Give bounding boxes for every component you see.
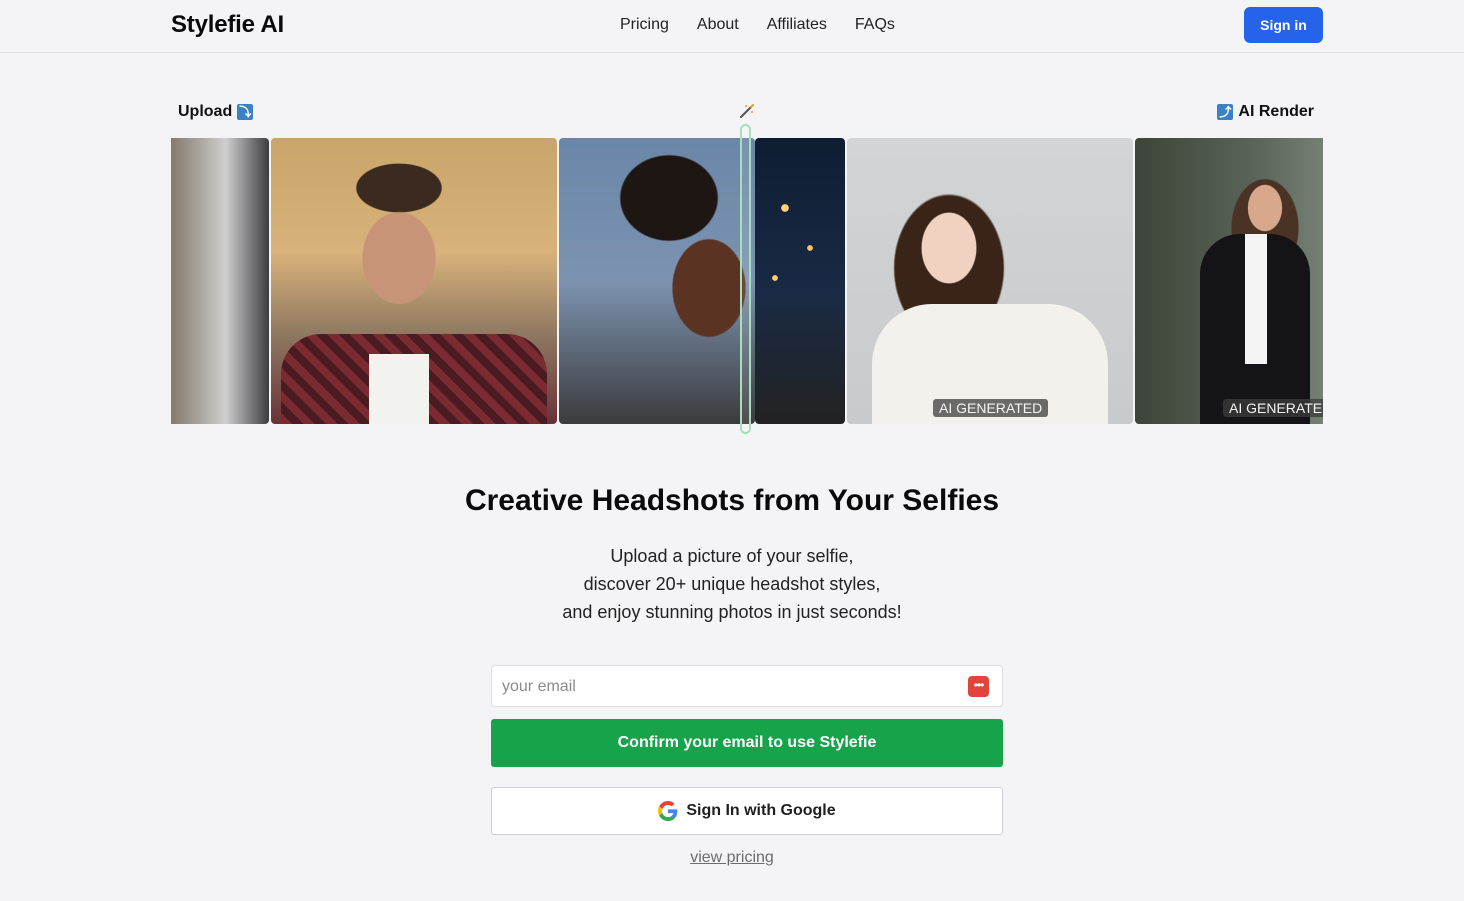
ai-render-label-text: AI Render [1238, 103, 1314, 120]
nav-affiliates-link[interactable]: Affiliates [767, 16, 827, 34]
photo-detail-shirt-white [1245, 234, 1267, 364]
nav-pricing-link[interactable]: Pricing [620, 16, 669, 34]
upload-label-text: Upload [178, 103, 233, 120]
google-sign-in-button[interactable]: Sign In with Google [491, 787, 1003, 835]
hero-subtitle-line: and enjoy stunning photos in just second… [562, 602, 902, 622]
ai-render-label: ⤴ AI Render [1217, 103, 1314, 121]
selfie-photo-city-night [755, 138, 845, 424]
google-logo-icon [658, 801, 678, 821]
hero-subtitle-line: Upload a picture of your selfie, [610, 546, 854, 566]
view-pricing-link[interactable]: view pricing [0, 849, 1464, 867]
email-input[interactable] [500, 666, 954, 708]
nav-about-link[interactable]: About [697, 16, 739, 34]
ai-generated-badge: AI GENERATED [1223, 399, 1323, 417]
photo-detail-tshirt [369, 354, 429, 424]
email-field-wrapper: ••• [491, 665, 1003, 708]
password-manager-icon[interactable]: ••• [968, 676, 989, 697]
main-nav: Pricing About Affiliates FAQs [620, 16, 895, 34]
nav-faqs-link[interactable]: FAQs [855, 16, 895, 34]
hero-subtitle-line: discover 20+ unique headshot styles, [583, 574, 881, 594]
hero-title: Creative Headshots from Your Selfies [464, 484, 1000, 517]
sign-in-button[interactable]: Sign in [1244, 7, 1323, 43]
top-navbar: Stylefie AI Pricing About Affiliates FAQ… [0, 0, 1464, 53]
upload-label: Upload ⤵ [178, 103, 254, 121]
magic-wand-icon [740, 104, 754, 118]
site-logo[interactable]: Stylefie AI [171, 11, 284, 39]
selfie-photo-woman-curly-hair [559, 138, 755, 424]
google-sign-in-label: Sign In with Google [686, 802, 836, 819]
ai-headshot-woman-black-suit: AI GENERATED [1135, 138, 1323, 424]
hero-subtitle: Upload a picture of your selfie, discove… [0, 542, 1464, 626]
selfie-photo-young-man [271, 138, 557, 424]
ai-generated-badge: AI GENERATED [933, 399, 1049, 417]
confirm-email-button[interactable]: Confirm your email to use Stylefie [491, 719, 1003, 767]
selfie-photo-street [171, 138, 269, 424]
ai-headshot-woman-white-blazer: AI GENERATED [847, 138, 1133, 424]
arrow-up-left-icon: ⤴ [1217, 104, 1234, 120]
arrow-down-right-icon: ⤵ [237, 104, 254, 120]
comparison-slider-handle[interactable] [740, 124, 751, 434]
